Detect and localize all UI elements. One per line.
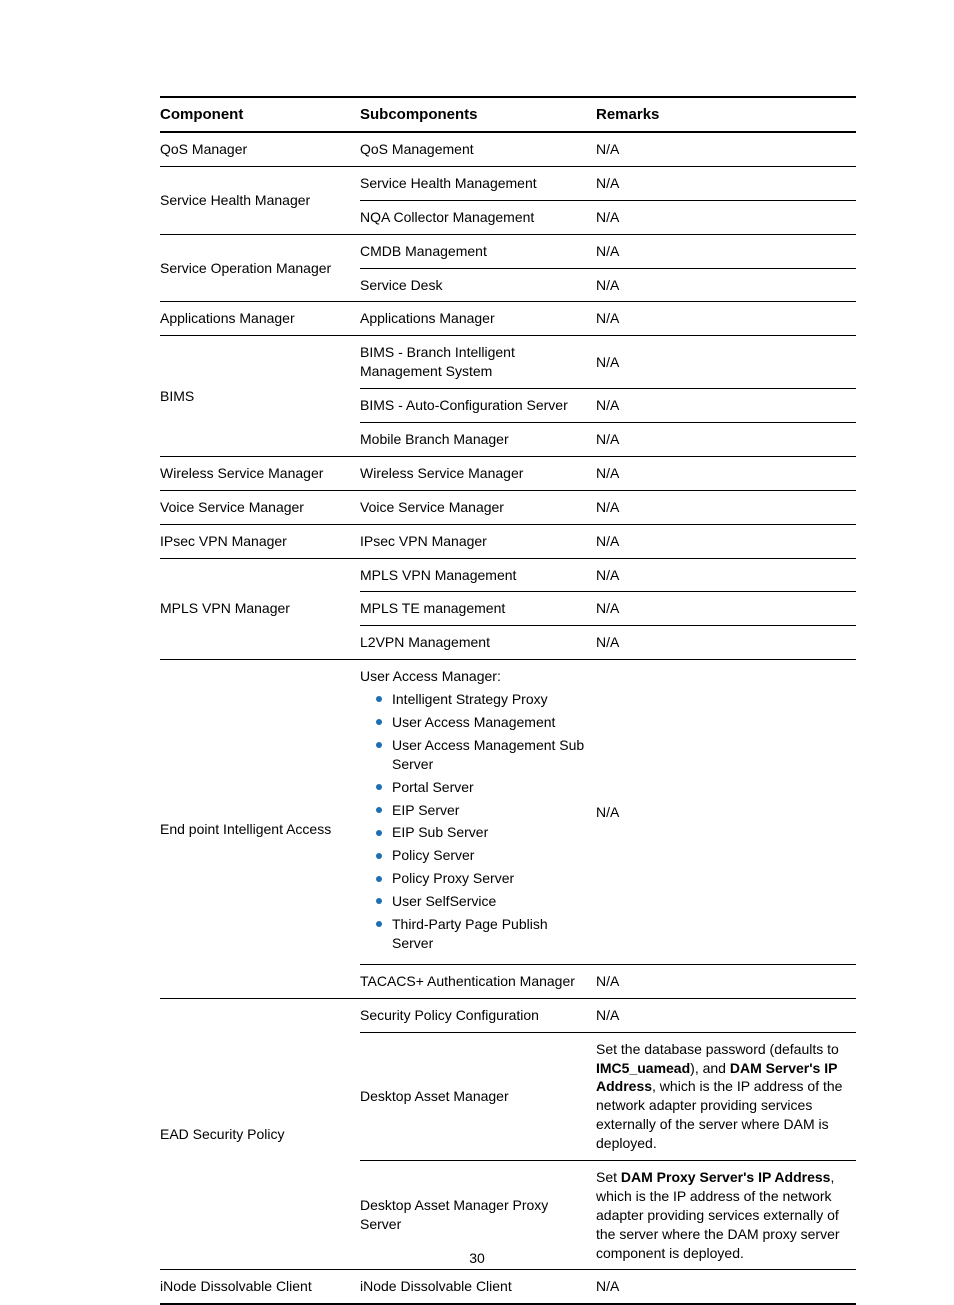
- remarks-cell: N/A: [596, 302, 856, 336]
- subcomponent-cell: IPsec VPN Manager: [360, 524, 596, 558]
- subcomponent-cell: Service Health Management: [360, 166, 596, 200]
- page: Component Subcomponents Remarks QoS Mana…: [0, 0, 954, 1296]
- remarks-cell: N/A: [596, 268, 856, 302]
- remarks-cell: N/A: [596, 558, 856, 592]
- subcomponent-cell: NQA Collector Management: [360, 200, 596, 234]
- sublist: Intelligent Strategy Proxy User Access Ma…: [360, 690, 588, 953]
- remarks-cell: N/A: [596, 166, 856, 200]
- sublist-item: Portal Server: [376, 778, 588, 797]
- remarks-cell: N/A: [596, 626, 856, 660]
- table-row: Service Health ManagerService Health Man…: [160, 166, 856, 200]
- remarks-cell: N/A: [596, 660, 856, 965]
- subcomponent-cell: L2VPN Management: [360, 626, 596, 660]
- component-cell: QoS Manager: [160, 132, 360, 166]
- sublist-item: Intelligent Strategy Proxy: [376, 690, 588, 709]
- table-row: BIMSBIMS - Branch Intelligent Management…: [160, 336, 856, 389]
- remarks-cell: N/A: [596, 524, 856, 558]
- header-component: Component: [160, 97, 360, 132]
- remarks-cell: N/A: [596, 998, 856, 1032]
- component-cell: iNode Dissolvable Client: [160, 1270, 360, 1304]
- subcomponent-cell: Mobile Branch Manager: [360, 423, 596, 457]
- table-row: Service Operation ManagerCMDB Management…: [160, 234, 856, 268]
- remarks-cell: N/A: [596, 389, 856, 423]
- sublist-item: EIP Server: [376, 801, 588, 820]
- page-number: 30: [0, 1250, 954, 1266]
- table-row: Wireless Service ManagerWireless Service…: [160, 456, 856, 490]
- subcomponent-cell: TACACS+ Authentication Manager: [360, 964, 596, 998]
- component-cell: Voice Service Manager: [160, 490, 360, 524]
- remarks-cell: N/A: [596, 234, 856, 268]
- subcomponent-cell: Voice Service Manager: [360, 490, 596, 524]
- components-table: Component Subcomponents Remarks QoS Mana…: [160, 96, 856, 1305]
- subcomponent-cell: Wireless Service Manager: [360, 456, 596, 490]
- subcomponent-cell: iNode Dissolvable Client: [360, 1270, 596, 1304]
- table-row: MPLS VPN ManagerMPLS VPN ManagementN/A: [160, 558, 856, 592]
- table-row: Voice Service ManagerVoice Service Manag…: [160, 490, 856, 524]
- subcomponent-cell: BIMS - Auto-Configuration Server: [360, 389, 596, 423]
- sublist-item: User SelfService: [376, 892, 588, 911]
- remarks-cell: N/A: [596, 423, 856, 457]
- sublist-item: User Access Management Sub Server: [376, 736, 588, 774]
- sublist-item: Policy Server: [376, 846, 588, 865]
- remarks-cell: N/A: [596, 1270, 856, 1304]
- subcomponent-cell: User Access Manager: Intelligent Strategy…: [360, 660, 596, 965]
- component-cell: Applications Manager: [160, 302, 360, 336]
- table-header-row: Component Subcomponents Remarks: [160, 97, 856, 132]
- sublist-item: Third-Party Page Publish Server: [376, 915, 588, 953]
- remarks-cell: N/A: [596, 132, 856, 166]
- subcomponent-cell: BIMS - Branch Intelligent Management Sys…: [360, 336, 596, 389]
- table-row: EAD Security PolicySecurity Policy Confi…: [160, 998, 856, 1032]
- table-row: Applications ManagerApplications Manager…: [160, 302, 856, 336]
- remarks-cell: N/A: [596, 456, 856, 490]
- table-row: End point Intelligent AccessUser Access …: [160, 660, 856, 965]
- sublist-header: User Access Manager:: [360, 667, 588, 686]
- component-cell: Service Operation Manager: [160, 234, 360, 302]
- component-cell: EAD Security Policy: [160, 998, 360, 1270]
- remarks-cell: N/A: [596, 592, 856, 626]
- remarks-cell: N/A: [596, 490, 856, 524]
- component-cell: IPsec VPN Manager: [160, 524, 360, 558]
- remarks-cell: N/A: [596, 964, 856, 998]
- table-row: iNode Dissolvable ClientiNode Dissolvabl…: [160, 1270, 856, 1304]
- component-cell: End point Intelligent Access: [160, 660, 360, 998]
- subcomponent-cell: Security Policy Configuration: [360, 998, 596, 1032]
- subcomponent-cell: Desktop Asset Manager: [360, 1032, 596, 1160]
- header-remarks: Remarks: [596, 97, 856, 132]
- table-row: IPsec VPN ManagerIPsec VPN ManagerN/A: [160, 524, 856, 558]
- table-row: QoS ManagerQoS ManagementN/A: [160, 132, 856, 166]
- remarks-cell: Set the database password (defaults to I…: [596, 1032, 856, 1160]
- component-cell: Service Health Manager: [160, 166, 360, 234]
- subcomponent-cell: CMDB Management: [360, 234, 596, 268]
- table-body: QoS ManagerQoS ManagementN/AService Heal…: [160, 132, 856, 1304]
- component-cell: MPLS VPN Manager: [160, 558, 360, 660]
- remarks-cell: N/A: [596, 336, 856, 389]
- subcomponent-cell: Service Desk: [360, 268, 596, 302]
- sublist-item: User Access Management: [376, 713, 588, 732]
- component-cell: Wireless Service Manager: [160, 456, 360, 490]
- subcomponent-cell: MPLS VPN Management: [360, 558, 596, 592]
- subcomponent-cell: QoS Management: [360, 132, 596, 166]
- sublist-item: EIP Sub Server: [376, 823, 588, 842]
- remarks-cell: N/A: [596, 200, 856, 234]
- header-subcomponents: Subcomponents: [360, 97, 596, 132]
- subcomponent-cell: MPLS TE management: [360, 592, 596, 626]
- sublist-item: Policy Proxy Server: [376, 869, 588, 888]
- component-cell: BIMS: [160, 336, 360, 457]
- subcomponent-cell: Applications Manager: [360, 302, 596, 336]
